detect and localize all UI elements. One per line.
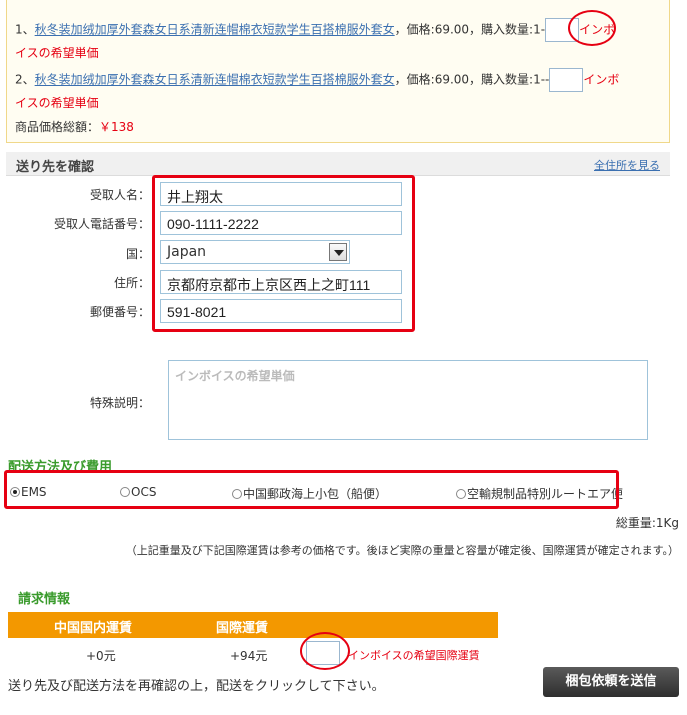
phone-label: 受取人電話番号： bbox=[53, 217, 150, 231]
annotation-box bbox=[152, 175, 415, 332]
zip-label: 郵便番号： bbox=[89, 305, 150, 319]
shipping-notice: （上記重量及び下記国際運賃は参考の価格です。後ほど実際の重量と容量が確定後、国際… bbox=[125, 544, 679, 557]
total-weight: 総重量:1Kg bbox=[615, 516, 679, 530]
order-index: 1、 bbox=[15, 22, 35, 37]
billing-title: 請求情報 bbox=[18, 592, 71, 607]
address-label: 住所： bbox=[113, 276, 150, 290]
section-title: 送り先を確認 bbox=[16, 160, 95, 175]
special-note-textarea[interactable]: インボイスの希望単価 bbox=[168, 360, 648, 440]
quantity-input[interactable] bbox=[549, 68, 584, 92]
billing-table: 中国国内運賃 国際運賃 +0元 +94元 インボイスの希望国際運賃 bbox=[8, 612, 498, 668]
view-all-addresses-link[interactable]: 全住所を見る bbox=[594, 157, 660, 173]
order-line-2: 2、秋冬装加绒加厚外套森女日系清新连帽棉衣短款学生百搭棉服外套女，価格:69.0… bbox=[15, 68, 619, 92]
annotation-circle bbox=[568, 10, 616, 46]
product-link[interactable]: 秋冬装加绒加厚外套森女日系清新连帽棉衣短款学生百搭棉服外套女 bbox=[35, 73, 395, 87]
footer-instruction: 送り先及び配送方法を再確認の上，配送をクリックして下さい。 bbox=[8, 679, 385, 694]
address-section-header: 送り先を確認 全住所を見る bbox=[6, 152, 670, 176]
domestic-header: 中国国内運賃 bbox=[54, 621, 133, 636]
total-label: 商品価格総額： bbox=[15, 120, 100, 134]
annotation-circle bbox=[300, 632, 350, 670]
invoice-note-cont: イスの希望単価 bbox=[15, 96, 99, 110]
total-price: 商品価格総額：￥138 bbox=[15, 118, 134, 135]
intl-value: +94元 bbox=[230, 649, 268, 663]
order-line-1: 1、秋冬装加绒加厚外套森女日系清新连帽棉衣短款学生百搭棉服外套女，価格:69.0… bbox=[15, 18, 615, 42]
country-label: 国： bbox=[125, 247, 150, 261]
total-value: ￥138 bbox=[99, 120, 134, 134]
hope-intl-fee-label: インボイスの希望国際運賃 bbox=[348, 649, 480, 662]
product-link[interactable]: 秋冬装加绒加厚外套森女日系清新连帽棉衣短款学生百搭棉服外套女 bbox=[35, 23, 395, 37]
order-index: 2、 bbox=[15, 72, 35, 87]
annotation-box bbox=[4, 470, 619, 509]
billing-header-row: 中国国内運賃 国際運賃 bbox=[8, 612, 498, 638]
submit-packing-button[interactable]: 梱包依頼を送信 bbox=[543, 667, 679, 697]
invoice-note-cont: イスの希望単価 bbox=[15, 46, 99, 60]
recipient-label: 受取人名： bbox=[89, 188, 150, 202]
domestic-value: +0元 bbox=[86, 649, 116, 663]
note-label: 特殊説明： bbox=[89, 396, 150, 410]
price-text: ，価格:69.00，購入数量:1-- bbox=[394, 72, 550, 87]
price-text: ，価格:69.00，購入数量:1- bbox=[394, 22, 546, 37]
billing-value-row: +0元 +94元 インボイスの希望国際運賃 bbox=[8, 638, 498, 668]
invoice-note: インボ bbox=[583, 72, 620, 87]
intl-header: 国際運賃 bbox=[216, 621, 269, 636]
